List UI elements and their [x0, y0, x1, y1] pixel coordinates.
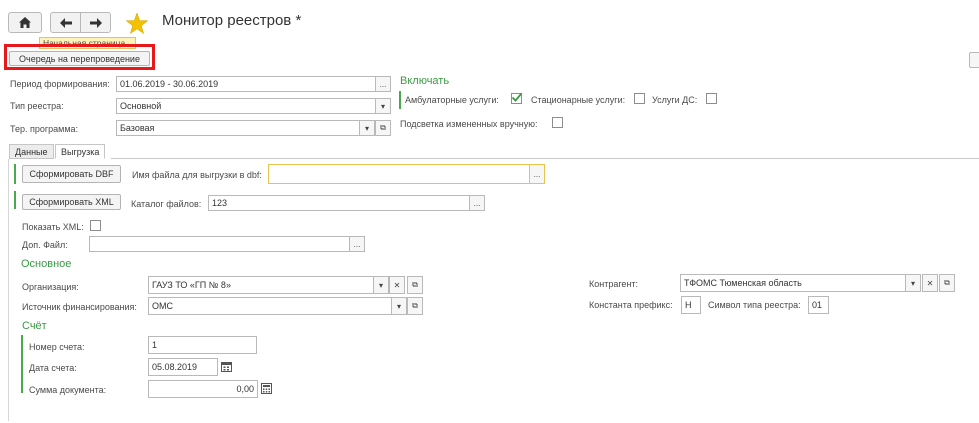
invoice-number-input[interactable]: 1 [148, 336, 257, 354]
ambulatory-label: Амбулаторные услуги: [405, 95, 499, 105]
dbf-file-pick-button[interactable]: ... [529, 164, 545, 184]
create-xml-button[interactable]: Сформировать XML [22, 194, 121, 210]
include-bar [399, 91, 401, 109]
invoice-section-title: Счёт [22, 320, 47, 332]
highlight-edits-label: Подсветка измененных вручную: [400, 119, 538, 129]
invoice-number-label: Номер счета: [29, 342, 85, 352]
funding-select[interactable]: ОМС [148, 297, 392, 315]
contractor-label: Контрагент: [589, 279, 639, 289]
organization-label: Организация: [22, 282, 79, 292]
organization-clear-button[interactable]: ✕ [389, 276, 405, 294]
highlight-frame [4, 44, 155, 70]
chevron-down-icon: ▾ [910, 278, 915, 288]
arrow-right-icon [89, 17, 102, 28]
chevron-down-icon: ▾ [396, 301, 401, 311]
dbf-bar [14, 164, 16, 184]
show-xml-label: Показать XML: [22, 222, 84, 232]
chevron-down-icon: ▾ [364, 123, 369, 133]
prefix-input[interactable]: Н [681, 296, 701, 314]
registry-symbol-input[interactable]: 01 [808, 296, 829, 314]
main-section-title: Основное [21, 258, 72, 270]
catalog-label: Каталог файлов: [131, 199, 202, 209]
chevron-down-icon: ▾ [378, 280, 383, 290]
dbf-file-input[interactable] [268, 164, 530, 184]
document-sum-label: Сумма документа: [29, 385, 107, 395]
period-input[interactable]: 01.06.2019 - 30.06.2019 [116, 76, 376, 92]
ambulatory-checkbox[interactable] [511, 92, 522, 104]
prefix-label: Константа префикс: [589, 300, 673, 310]
registry-type-label: Тип реестра: [10, 101, 64, 111]
xml-bar [14, 191, 16, 209]
chevron-down-icon: ▾ [380, 101, 385, 111]
window-edge-button[interactable] [969, 52, 979, 68]
include-title: Включать [400, 75, 450, 87]
open-window-icon: ⧉ [380, 123, 386, 132]
extra-file-pick-button[interactable]: ... [349, 236, 365, 252]
open-window-icon: ⧉ [944, 278, 950, 287]
contractor-dropdown[interactable]: ▾ [905, 274, 921, 292]
period-label: Период формирования: [10, 79, 110, 89]
period-pick-button[interactable]: ... [375, 76, 391, 92]
contractor-clear-button[interactable]: ✕ [922, 274, 938, 292]
checkmark-icon [511, 92, 522, 102]
content-left-border [8, 159, 9, 421]
dbf-file-label: Имя файла для выгрузки в dbf: [132, 170, 262, 180]
home-icon [19, 17, 31, 28]
home-button[interactable] [8, 12, 42, 33]
favorite-star-icon[interactable] [126, 13, 148, 34]
forward-button[interactable] [80, 12, 111, 33]
document-sum-input[interactable]: 0,00 [148, 380, 258, 398]
tab-export[interactable]: Выгрузка [55, 144, 106, 159]
invoice-date-input[interactable]: 05.08.2019 [148, 358, 218, 376]
registry-symbol-label: Символ типа реестра: [708, 300, 801, 310]
catalog-input[interactable]: 123 [208, 195, 470, 211]
funding-label: Источник финансирования: [22, 302, 137, 312]
page-title: Монитор реестров * [162, 12, 302, 29]
calendar-icon[interactable] [221, 361, 232, 374]
registry-type-select[interactable]: Основной [116, 98, 376, 114]
registry-type-dropdown[interactable]: ▾ [375, 98, 391, 114]
ter-program-select[interactable]: Базовая [116, 120, 360, 136]
open-window-icon: ⧉ [412, 280, 418, 289]
organization-dropdown[interactable]: ▾ [373, 276, 389, 294]
tab-data[interactable]: Данные [9, 144, 54, 159]
arrow-left-icon [59, 17, 72, 28]
catalog-pick-button[interactable]: ... [469, 195, 485, 211]
funding-open-button[interactable]: ⧉ [407, 297, 423, 315]
inpatient-label: Стационарные услуги: [531, 95, 626, 105]
close-icon: ✕ [926, 278, 934, 288]
ter-program-dropdown[interactable]: ▾ [359, 120, 375, 136]
funding-dropdown[interactable]: ▾ [391, 297, 407, 315]
organization-select[interactable]: ГАУЗ ТО «ГП № 8» [148, 276, 374, 294]
ter-program-label: Тер. программа: [10, 124, 79, 134]
tab-divider [111, 158, 979, 159]
organization-open-button[interactable]: ⧉ [407, 276, 423, 294]
extra-file-input[interactable] [89, 236, 350, 252]
extra-file-label: Доп. Файл: [22, 240, 68, 250]
day-care-label: Услуги ДС: [652, 95, 698, 105]
day-care-checkbox[interactable] [706, 93, 717, 104]
open-window-icon: ⧉ [412, 301, 418, 310]
highlight-edits-checkbox[interactable] [552, 117, 563, 128]
create-dbf-button[interactable]: Сформировать DBF [22, 165, 121, 183]
ter-program-open-button[interactable]: ⧉ [375, 120, 391, 136]
contractor-select[interactable]: ТФОМС Тюменская область [680, 274, 906, 292]
inpatient-checkbox[interactable] [634, 93, 645, 104]
calculator-icon[interactable] [261, 383, 272, 396]
back-button[interactable] [50, 12, 81, 33]
invoice-date-label: Дата счета: [29, 363, 77, 373]
contractor-open-button[interactable]: ⧉ [939, 274, 955, 292]
invoice-bar [21, 335, 23, 393]
close-icon: ✕ [393, 280, 401, 290]
show-xml-checkbox[interactable] [90, 220, 101, 231]
